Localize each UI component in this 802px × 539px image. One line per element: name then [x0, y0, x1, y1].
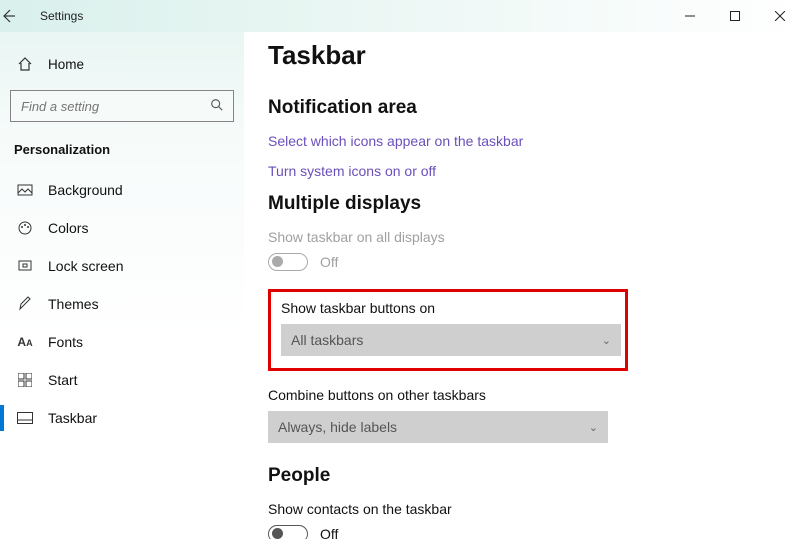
- label-show-all-displays: Show taskbar on all displays: [268, 229, 802, 245]
- content: Taskbar Notification area Select which i…: [244, 32, 802, 539]
- toggle-show-all-displays[interactable]: Off: [268, 253, 802, 271]
- sidebar-item-lockscreen[interactable]: Lock screen: [0, 247, 244, 285]
- sidebar: Home Personalization Background Colors L…: [0, 32, 244, 539]
- section-heading: Multiple displays: [268, 193, 802, 215]
- sidebar-item-start[interactable]: Start: [0, 361, 244, 399]
- dropdown-value: All taskbars: [291, 332, 363, 348]
- sidebar-item-background[interactable]: Background: [0, 171, 244, 209]
- toggle-state: Off: [320, 254, 338, 270]
- label-combine: Combine buttons on other taskbars: [268, 387, 802, 403]
- arrow-left-icon: [0, 8, 16, 24]
- page-title: Taskbar: [268, 40, 802, 71]
- window-title: Settings: [40, 9, 83, 23]
- sidebar-item-label: Themes: [48, 296, 99, 312]
- sidebar-item-label: Colors: [48, 220, 88, 236]
- toggle-state: Off: [320, 526, 338, 539]
- dropdown-value: Always, hide labels: [278, 419, 397, 435]
- chevron-down-icon: ⌄: [602, 334, 611, 347]
- section-heading: People: [268, 465, 802, 487]
- link-select-icons[interactable]: Select which icons appear on the taskbar: [268, 133, 802, 149]
- sidebar-item-label: Background: [48, 182, 123, 198]
- section-heading: Notification area: [268, 97, 802, 119]
- chevron-down-icon: ⌄: [589, 421, 598, 434]
- maximize-button[interactable]: [712, 0, 757, 32]
- section-notification-area: Notification area Select which icons app…: [268, 97, 802, 179]
- sidebar-item-label: Taskbar: [48, 410, 97, 426]
- link-system-icons[interactable]: Turn system icons on or off: [268, 163, 802, 179]
- search-icon: [210, 98, 224, 112]
- lock-icon: [16, 258, 34, 274]
- home-icon: [16, 56, 34, 72]
- brush-icon: [16, 296, 34, 312]
- titlebar: Settings: [0, 0, 802, 32]
- sidebar-item-label: Lock screen: [48, 258, 123, 274]
- section-people: People Show contacts on the taskbar Off …: [268, 465, 802, 539]
- close-button[interactable]: [757, 0, 802, 32]
- picture-icon: [16, 182, 34, 198]
- highlight-box: Show taskbar buttons on All taskbars ⌄: [268, 289, 628, 371]
- sidebar-home[interactable]: Home: [0, 46, 244, 82]
- start-icon: [16, 373, 34, 387]
- palette-icon: [16, 220, 34, 236]
- label-buttons-on: Show taskbar buttons on: [281, 300, 615, 316]
- dropdown-buttons-on[interactable]: All taskbars ⌄: [281, 324, 621, 356]
- sidebar-home-label: Home: [48, 57, 84, 72]
- sidebar-item-taskbar[interactable]: Taskbar: [0, 399, 244, 437]
- fonts-icon: AA: [16, 335, 34, 349]
- back-button[interactable]: [0, 8, 40, 24]
- section-multiple-displays: Multiple displays Show taskbar on all di…: [268, 193, 802, 443]
- label-contacts: Show contacts on the taskbar: [268, 501, 802, 517]
- sidebar-item-colors[interactable]: Colors: [0, 209, 244, 247]
- sidebar-item-fonts[interactable]: AA Fonts: [0, 323, 244, 361]
- search-input[interactable]: [10, 90, 234, 122]
- toggle-switch[interactable]: [268, 525, 308, 539]
- minimize-button[interactable]: [667, 0, 712, 32]
- sidebar-category: Personalization: [0, 136, 244, 171]
- sidebar-item-label: Start: [48, 372, 78, 388]
- sidebar-item-themes[interactable]: Themes: [0, 285, 244, 323]
- toggle-switch[interactable]: [268, 253, 308, 271]
- sidebar-item-label: Fonts: [48, 334, 83, 350]
- window-controls: [667, 0, 802, 32]
- search-wrap: [10, 90, 234, 122]
- taskbar-icon: [16, 412, 34, 424]
- dropdown-combine[interactable]: Always, hide labels ⌄: [268, 411, 608, 443]
- toggle-contacts[interactable]: Off: [268, 525, 802, 539]
